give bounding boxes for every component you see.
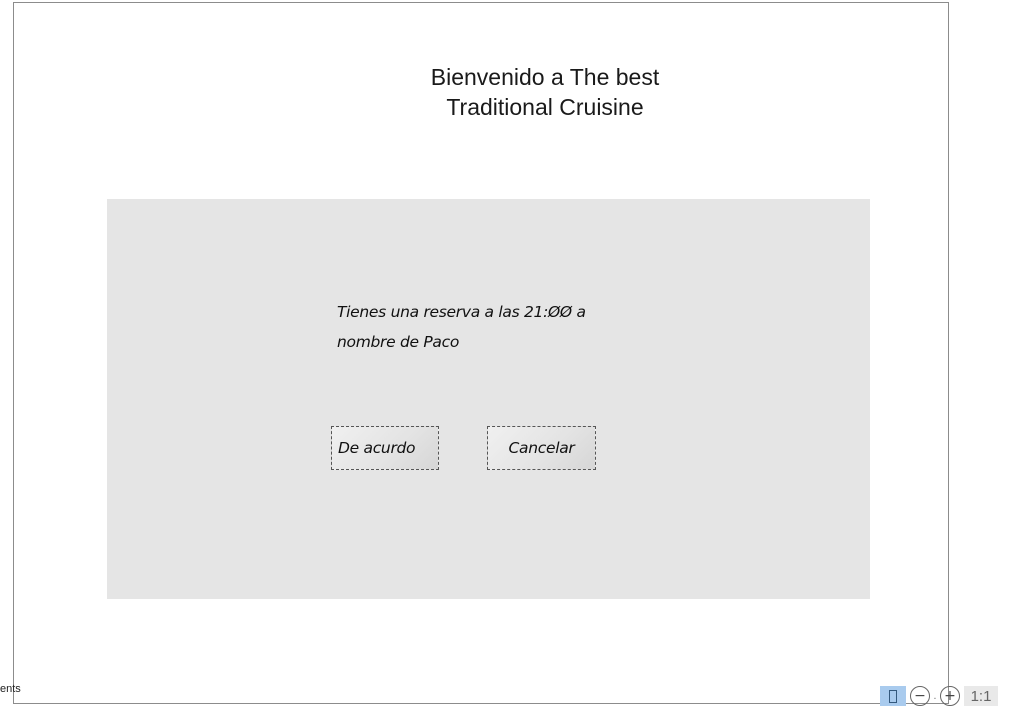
actual-size-button[interactable]: 1:1 xyxy=(964,686,998,706)
zoom-out-button[interactable]: − xyxy=(910,686,930,706)
status-text: ents xyxy=(0,683,21,695)
reservation-dialog xyxy=(107,199,870,599)
page-title-line-1: Bienvenido a The best xyxy=(430,64,660,90)
app-window: Bienvenido a The best Traditional Cruisi… xyxy=(0,0,1024,706)
reservation-message-line-2: nombre de Paco xyxy=(337,333,460,351)
accept-button[interactable]: De acurdo xyxy=(331,426,439,470)
zoom-separator: . xyxy=(933,690,937,702)
page-fit-icon xyxy=(889,689,897,703)
page-title-line-2: Traditional Cruisine xyxy=(446,94,644,120)
accept-button-label: De acurdo xyxy=(338,439,416,457)
reservation-message-line-1: Tienes una reserva a las 21:ØØ a xyxy=(337,303,586,321)
cancel-button-label: Cancelar xyxy=(508,439,575,457)
zoom-out-icon: − xyxy=(914,688,926,704)
fit-page-button[interactable] xyxy=(880,686,906,706)
reservation-message: Tienes una reserva a las 21:ØØ a nombre … xyxy=(337,297,637,357)
zoom-in-icon: + xyxy=(944,688,956,704)
actual-size-label: 1:1 xyxy=(970,687,992,705)
zoom-toolbar: − . + 1:1 xyxy=(880,686,998,706)
page-title: Bienvenido a The best Traditional Cruisi… xyxy=(380,62,710,122)
cancel-button[interactable]: Cancelar xyxy=(487,426,596,470)
zoom-in-button[interactable]: + xyxy=(940,686,960,706)
